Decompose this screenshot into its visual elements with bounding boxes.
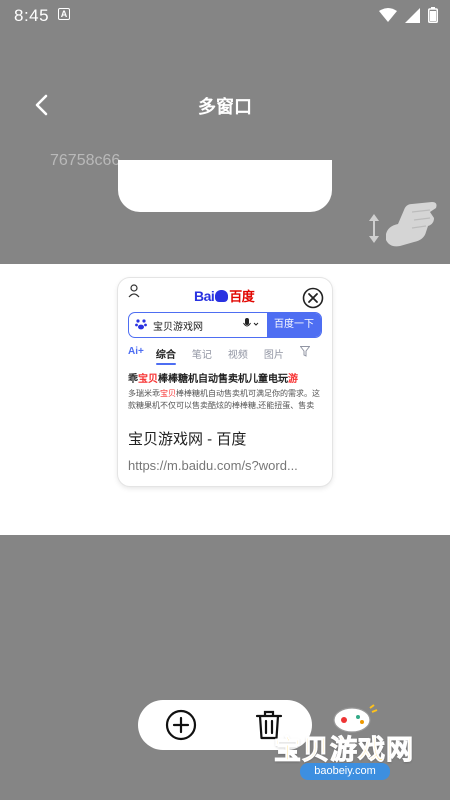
page-title: 多窗口: [198, 97, 252, 117]
baidu-search-box[interactable]: 宝贝游戏网 百度一下: [128, 312, 322, 338]
paw-icon: [135, 319, 147, 330]
result-title[interactable]: 乖宝贝棒棒糖机自动售卖机儿童电玩游: [128, 370, 328, 385]
baidu-logo: Bai 百度: [194, 286, 255, 305]
result-desc-pre: 多瑞米乖: [128, 389, 160, 398]
result-title-mid: 棒棒糖机自动售卖机儿童电玩: [158, 374, 288, 385]
mic-icon[interactable]: [243, 318, 259, 330]
baidu-logo-text: Bai: [194, 288, 215, 304]
user-icon: [128, 284, 140, 298]
signal-icon: [405, 7, 420, 23]
status-time: 8:45: [14, 6, 50, 25]
swipe-gesture-icon: [369, 202, 437, 247]
notification-icon: A: [58, 8, 70, 20]
filter-icon[interactable]: [299, 346, 310, 357]
result-title-pre: 乖: [128, 374, 138, 385]
wifi-icon: [379, 7, 397, 22]
baidu-logo-cn: 百度: [229, 289, 255, 304]
search-tabs: Ai+ 综合 笔记 视频 图片: [128, 346, 328, 365]
watermark-name: 宝贝游戏网: [274, 735, 414, 766]
search-tab-all[interactable]: 综合: [155, 346, 176, 365]
search-tab-notes[interactable]: 笔记: [192, 346, 212, 361]
status-icons: [379, 7, 438, 23]
search-button[interactable]: 百度一下: [267, 313, 321, 337]
tab-preview-card[interactable]: Bai 百度 宝贝游戏网 百度一下 Ai+ 综合 笔记 视频 图片 乖宝贝棒棒糖机…: [118, 278, 332, 486]
tab-url: https://m.baidu.com/s?word...: [128, 458, 298, 473]
result-description: 多瑞米乖宝贝棒棒糖机自动售卖机可满足你的需求。这款糖果机不仅可以售卖酷炫的棒棒糖…: [128, 388, 322, 424]
search-query: 宝贝游戏网: [153, 322, 203, 333]
close-tab-icon[interactable]: [302, 287, 324, 309]
result-title-highlight: 宝贝: [138, 374, 158, 385]
previous-tab-card[interactable]: [118, 160, 332, 212]
status-bar: 8:45 A: [0, 0, 450, 30]
search-tab-video[interactable]: 视频: [228, 346, 248, 361]
title-bar: 多窗口: [0, 80, 450, 130]
add-tab-icon[interactable]: [165, 709, 197, 741]
tab-id-label: 76758c66: [50, 152, 121, 169]
search-tab-ai[interactable]: Ai+: [128, 346, 144, 361]
search-tab-images[interactable]: 图片: [264, 346, 284, 361]
battery-icon: [428, 7, 438, 23]
tab-page-title: 宝贝游戏网 - 百度: [128, 431, 247, 448]
watermark-logo: 宝贝游戏网 baobeiy.com: [274, 704, 440, 788]
baidu-paw-icon: [215, 290, 229, 302]
result-desc-highlight: 宝贝: [160, 389, 176, 398]
watermark-url: baobeiy.com: [300, 763, 390, 780]
result-title-highlight-2: 游: [288, 374, 298, 385]
